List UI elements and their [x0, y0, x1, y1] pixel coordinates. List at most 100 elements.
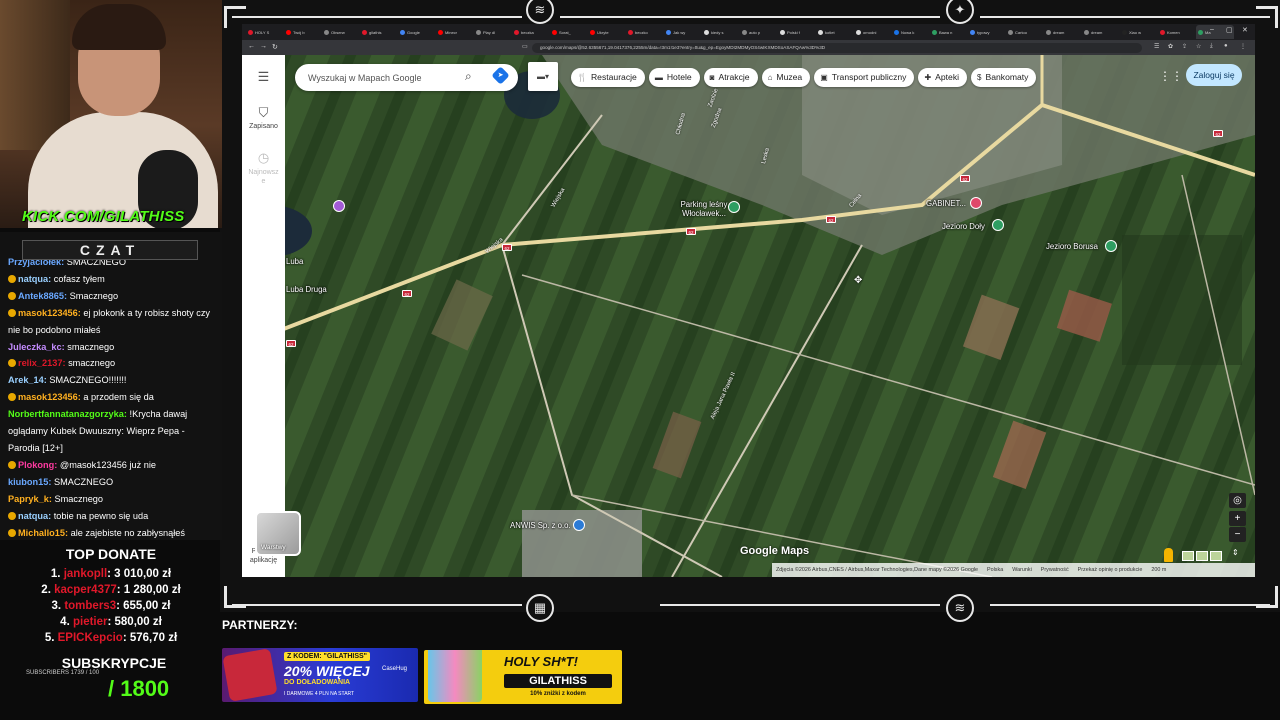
tab-strip: HOLY S Twój b Obserw gilathis Google Minecr Pl… — [242, 24, 1255, 40]
chat-text: Smacznego — [54, 493, 104, 504]
browser-tab[interactable]: dream — [1082, 25, 1120, 39]
browser-tab[interactable]: Play dl — [474, 25, 512, 39]
browser-tab[interactable]: dream — [1044, 25, 1082, 39]
bus-icon: ▣ — [820, 73, 828, 82]
browser-tab[interactable]: Komen — [1158, 25, 1196, 39]
browser-tab[interactable]: typowy — [968, 25, 1006, 39]
search-input[interactable] — [308, 70, 458, 85]
chip-atrakcje[interactable]: ◙ Atrakcje — [703, 68, 758, 87]
star-icon[interactable]: ☆ — [1196, 43, 1201, 50]
google-maps[interactable]: Wiejska Wiejska Aleja Jana Pawła II Zgod… — [242, 55, 1255, 577]
maximize-icon[interactable]: ▢ — [1226, 26, 1233, 34]
browser-tab[interactable]: Obserw — [322, 25, 360, 39]
download-icon[interactable]: ⤓ — [1210, 43, 1213, 50]
holy-banner[interactable]: HOLY SH*T! GILATHISS 10% zniżki z kodem — [424, 650, 622, 704]
banner-subline: DO DOŁADOWANIA — [284, 679, 351, 686]
browser-tab[interactable]: beczka — [512, 25, 550, 39]
zoom-in-icon[interactable]: + — [1229, 511, 1246, 526]
share-icon[interactable]: ⇪ — [1182, 43, 1187, 50]
tab-favicon-icon — [780, 29, 785, 35]
browser-tab[interactable]: HOLY S — [246, 25, 284, 39]
profile-icon[interactable]: ● — [1224, 43, 1228, 49]
my-location-icon[interactable]: ◎ — [1229, 493, 1246, 508]
medical-pin-icon[interactable] — [970, 197, 982, 209]
back-icon[interactable]: ← — [248, 43, 255, 50]
chip-apteki[interactable]: ✚ Apteki — [918, 68, 968, 87]
browser-tab[interactable]: Cartoo — [1006, 25, 1044, 39]
expand-icon[interactable]: ⇕ — [1232, 548, 1239, 557]
browser-tab[interactable]: Google — [398, 25, 436, 39]
chip-muzea[interactable]: ⌂ Muzea — [761, 68, 811, 87]
saved-button[interactable]: ⛉ Zapisano — [242, 105, 285, 130]
place-label-parking[interactable]: Parking leśny Włocławek... — [674, 200, 734, 218]
browser-tab[interactable]: kotlet — [816, 25, 854, 39]
browser-tab[interactable]: beczko — [626, 25, 664, 39]
browser-tab[interactable]: ornodni — [854, 25, 892, 39]
browser-tab[interactable]: Polski f — [778, 25, 816, 39]
directions-icon[interactable]: ➤ — [491, 66, 510, 85]
menu-dots-icon[interactable]: ⋮ — [1240, 43, 1246, 50]
banner-brand: CaseHug — [382, 666, 408, 672]
zoom-out-icon[interactable]: − — [1229, 527, 1246, 542]
login-button[interactable]: Zaloguj się — [1186, 64, 1242, 86]
chip-hotele[interactable]: ▬ Hotele — [648, 68, 700, 87]
browser-tab[interactable]: gilathis — [360, 25, 398, 39]
reload-icon[interactable]: ↻ — [272, 43, 278, 51]
url-field[interactable]: google.com/maps/@52.6355671,19.0417376,2… — [532, 43, 1142, 53]
recent-button[interactable]: ◷ Najnowsz e — [242, 150, 285, 186]
browser-tab[interactable]: Twój b — [284, 25, 322, 39]
browser-tab[interactable]: Jak wy — [664, 25, 702, 39]
chest-icon — [222, 648, 278, 702]
lake-pin-icon[interactable] — [1105, 240, 1117, 252]
browser-tab[interactable]: Sorat_ — [550, 25, 588, 39]
browser-tab[interactable]: Ukryte — [588, 25, 626, 39]
chip-restauracje[interactable]: 🍴 Restauracje — [571, 68, 645, 87]
business-pin-icon[interactable] — [573, 519, 585, 531]
browser-tab[interactable]: Minecr — [436, 25, 474, 39]
place-label-anwis[interactable]: ANWIS Sp. z o.o. — [510, 521, 571, 530]
place-label-gabinet[interactable]: GABINET... — [926, 199, 966, 208]
browser-tab[interactable]: kiedy s — [702, 25, 740, 39]
casehug-banner[interactable]: Z KODEM: "GILATHISS" 20% WIĘCEJ DO DOŁAD… — [222, 648, 418, 702]
close-icon[interactable]: ✕ — [1242, 26, 1248, 34]
minimize-icon[interactable]: – — [1210, 26, 1214, 33]
forward-icon[interactable]: → — [260, 43, 267, 50]
menu-icon[interactable]: ☰ — [242, 69, 285, 87]
imagery-thumbnails[interactable] — [1182, 551, 1222, 561]
donate-name: pietier — [72, 616, 108, 628]
chip-bankomaty[interactable]: $ Bankomaty — [971, 68, 1037, 87]
pegman-icon[interactable] — [1164, 548, 1173, 562]
map-type-toggle[interactable]: ▬▾ — [528, 62, 558, 91]
address-bar: ← → ↻ ▭ google.com/maps/@52.6355671,19.0… — [242, 40, 1255, 55]
donate-row: 1. jankopll: 3 010,00 zł — [0, 566, 222, 582]
tab-label: kiedy s — [711, 29, 724, 35]
move-cursor-icon: ✥ — [854, 275, 863, 286]
browser-tab[interactable]: auto p — [740, 25, 778, 39]
tune-icon[interactable]: ☰ — [1154, 43, 1159, 50]
layers-button[interactable]: Warstwy — [255, 511, 301, 556]
attribution-link[interactable]: Polska — [987, 563, 1003, 577]
search-icon[interactable]: ⌕ — [465, 69, 472, 84]
chat-username: natqua: — [18, 273, 52, 284]
banner-code: Z KODEM: "GILATHISS" — [284, 652, 371, 661]
browser-tab[interactable]: Xiao w — [1120, 25, 1158, 39]
chat-text: ale zajebiste no zabłysnąłeś — [70, 527, 186, 538]
bookmark-icon[interactable]: ▭ — [522, 43, 528, 50]
lake-pin-icon[interactable] — [992, 219, 1004, 231]
attribution-link[interactable]: Warunki — [1012, 563, 1032, 577]
attribution-link[interactable]: 200 m — [1151, 563, 1166, 577]
satellite-map[interactable] — [242, 55, 1255, 577]
attribution-link[interactable]: Przekaż opinię o produkcie — [1078, 563, 1143, 577]
tab-favicon-icon — [1160, 29, 1165, 35]
browser-tab[interactable]: Bawa n — [930, 25, 968, 39]
parking-pin-icon[interactable] — [728, 201, 740, 213]
attribution-link[interactable]: Prywatność — [1041, 563, 1069, 577]
tab-label: dream — [1053, 29, 1065, 35]
browser-tab[interactable]: Nowa k — [892, 25, 930, 39]
tab-label: Sorat_ — [559, 29, 571, 35]
extension-icon[interactable]: ✿ — [1168, 43, 1173, 50]
chip-transport-publiczny[interactable]: ▣ Transport publiczny — [814, 68, 915, 87]
attraction-pin-icon[interactable] — [333, 200, 345, 212]
place-label-jezioro-doly[interactable]: Jezioro Doły — [942, 222, 985, 231]
place-label-jezioro-borusa[interactable]: Jezioro Borusa — [1046, 242, 1098, 251]
